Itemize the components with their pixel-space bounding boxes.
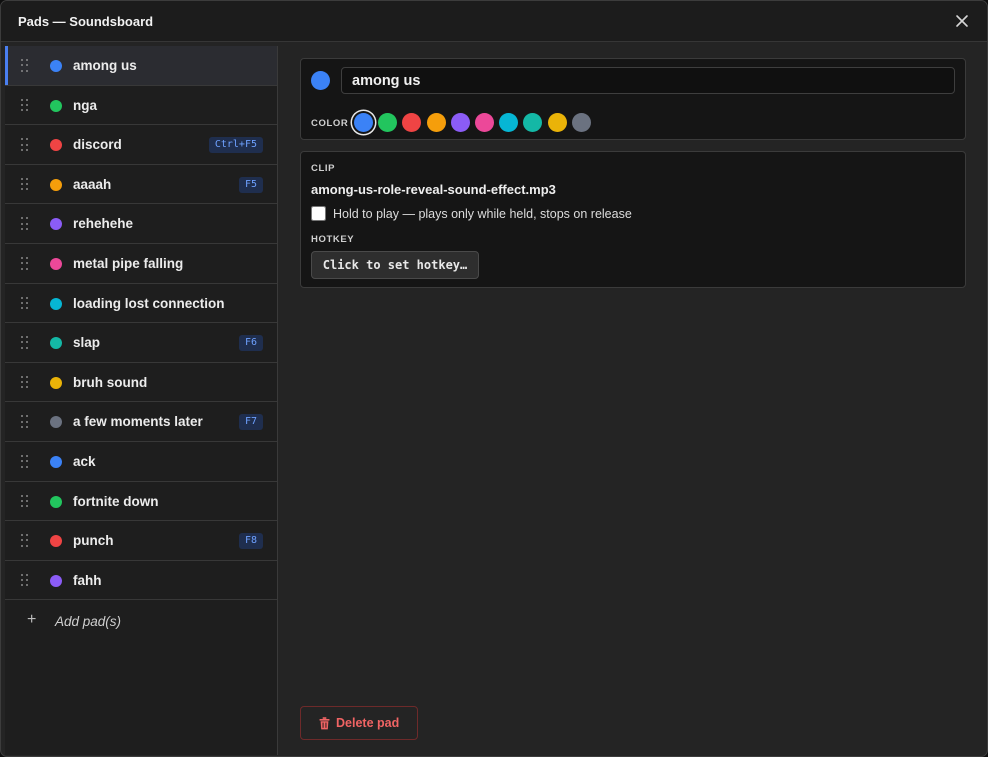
pad-color-dot (50, 376, 62, 389)
drag-handle-icon[interactable] (21, 296, 33, 311)
pad-color-indicator (311, 71, 330, 90)
hold-to-play-checkbox[interactable] (311, 206, 326, 221)
drag-handle-icon[interactable] (21, 375, 33, 390)
clip-label: CLIP (311, 163, 336, 174)
pad-list-item[interactable]: fahh (5, 561, 277, 601)
pad-color-dot (50, 178, 62, 191)
color-swatch[interactable] (571, 113, 591, 132)
delete-pad-label: Delete pad (336, 716, 400, 730)
pad-name: ack (73, 453, 96, 469)
hotkey-label: HOTKEY (311, 234, 355, 245)
pad-name: discord (73, 137, 122, 153)
drag-handle-icon[interactable] (21, 534, 33, 548)
pad-color-dot (50, 257, 62, 270)
close-icon (956, 15, 968, 27)
drag-handle-icon[interactable] (21, 336, 33, 350)
pad-list-item[interactable]: ack (5, 442, 277, 482)
color-swatch[interactable] (499, 113, 519, 132)
pad-color-dot (50, 574, 62, 587)
pad-name: punch (73, 533, 114, 549)
pad-name: aaaah (73, 176, 112, 192)
pad-list-item[interactable]: a few moments later F7 (5, 402, 277, 442)
pad-name-input[interactable] (341, 67, 955, 94)
color-swatch[interactable] (402, 113, 422, 132)
pads-dialog: Pads — Soundsboard among us nga discord Ctr… (0, 0, 988, 757)
color-swatch[interactable] (450, 113, 470, 132)
add-pad-label: Add pad(s) (55, 614, 122, 630)
drag-handle-icon[interactable] (21, 98, 33, 113)
pad-name: metal pipe falling (73, 255, 184, 271)
pad-color-dot (50, 495, 62, 508)
add-pad-button[interactable]: + Add pad(s) (5, 600, 277, 644)
color-swatch[interactable] (378, 113, 398, 132)
pad-list-item[interactable]: among us (5, 46, 277, 86)
hotkey-badge: F6 (238, 335, 263, 352)
pad-name: loading lost connection (73, 295, 225, 311)
titlebar: Pads — Soundsboard (1, 1, 987, 42)
pad-list-item[interactable]: punch F8 (5, 521, 277, 561)
pad-list-item[interactable]: discord Ctrl+F5 (5, 125, 277, 165)
hotkey-badge: F5 (238, 176, 263, 193)
pad-name: a few moments later (73, 414, 203, 430)
pad-color-dot (50, 139, 62, 152)
hotkey-badge: F7 (238, 414, 263, 431)
set-hotkey-button[interactable]: Click to set hotkey… (311, 251, 479, 279)
plus-icon: + (27, 611, 37, 629)
color-swatch[interactable] (475, 113, 494, 132)
pad-name-card: COLOR (300, 58, 966, 140)
pad-color-dot (50, 218, 62, 231)
pad-color-dot (50, 99, 62, 112)
pad-list-item[interactable]: bruh sound (5, 363, 277, 403)
color-swatch[interactable] (354, 113, 373, 132)
pad-list: among us nga discord Ctrl+F5 aaaah F5 rehehehe… (5, 46, 278, 755)
pad-name: rehehehe (73, 216, 134, 232)
drag-handle-icon[interactable] (21, 177, 33, 192)
color-swatch[interactable] (426, 113, 446, 132)
drag-handle-icon[interactable] (21, 454, 33, 469)
pad-editor: COLOR CLIP among-us-role-reveal-sound-ef… (278, 42, 987, 756)
pad-list-item[interactable]: fortnite down (5, 482, 277, 522)
pad-color-dot (50, 337, 62, 350)
drag-handle-icon[interactable] (21, 256, 33, 271)
pad-list-item[interactable]: nga (5, 86, 277, 126)
drag-handle-icon[interactable] (21, 573, 33, 588)
trash-icon (319, 717, 330, 730)
pad-list-item[interactable]: slap F6 (5, 323, 277, 363)
clip-filename: among-us-role-reveal-sound-effect.mp3 (311, 182, 556, 197)
pad-name: fortnite down (73, 493, 159, 509)
pad-color-dot (50, 535, 62, 548)
drag-handle-icon[interactable] (21, 59, 33, 73)
pad-color-dot (50, 297, 62, 310)
pad-list-item[interactable]: metal pipe falling (5, 244, 277, 284)
dialog-title: Pads — Soundsboard (18, 14, 154, 29)
drag-handle-icon[interactable] (21, 494, 33, 509)
pad-name: nga (73, 97, 98, 113)
color-swatch[interactable] (547, 113, 567, 132)
color-label: COLOR (311, 118, 349, 129)
pad-list-item[interactable]: loading lost connection (5, 284, 277, 324)
hotkey-badge: Ctrl+F5 (208, 137, 263, 154)
pad-color-dot (50, 455, 62, 468)
drag-handle-icon[interactable] (21, 217, 33, 231)
pad-color-dot (50, 60, 62, 72)
pad-name: slap (73, 335, 101, 351)
delete-pad-button[interactable]: Delete pad (300, 706, 418, 740)
close-button[interactable] (951, 10, 973, 32)
pad-color-dot (50, 416, 62, 429)
hotkey-badge: F8 (238, 533, 263, 550)
clip-card: CLIP among-us-role-reveal-sound-effect.m… (300, 151, 966, 288)
hold-to-play-label: Hold to play — plays only while held, st… (333, 207, 632, 221)
drag-handle-icon[interactable] (21, 415, 33, 429)
pad-name: among us (73, 58, 137, 73)
drag-handle-icon[interactable] (21, 138, 33, 152)
pad-list-item[interactable]: rehehehe (5, 204, 277, 244)
pad-list-item[interactable]: aaaah F5 (5, 165, 277, 205)
pad-name: bruh sound (73, 374, 148, 390)
color-swatch[interactable] (523, 113, 543, 132)
pad-name: fahh (73, 572, 102, 588)
